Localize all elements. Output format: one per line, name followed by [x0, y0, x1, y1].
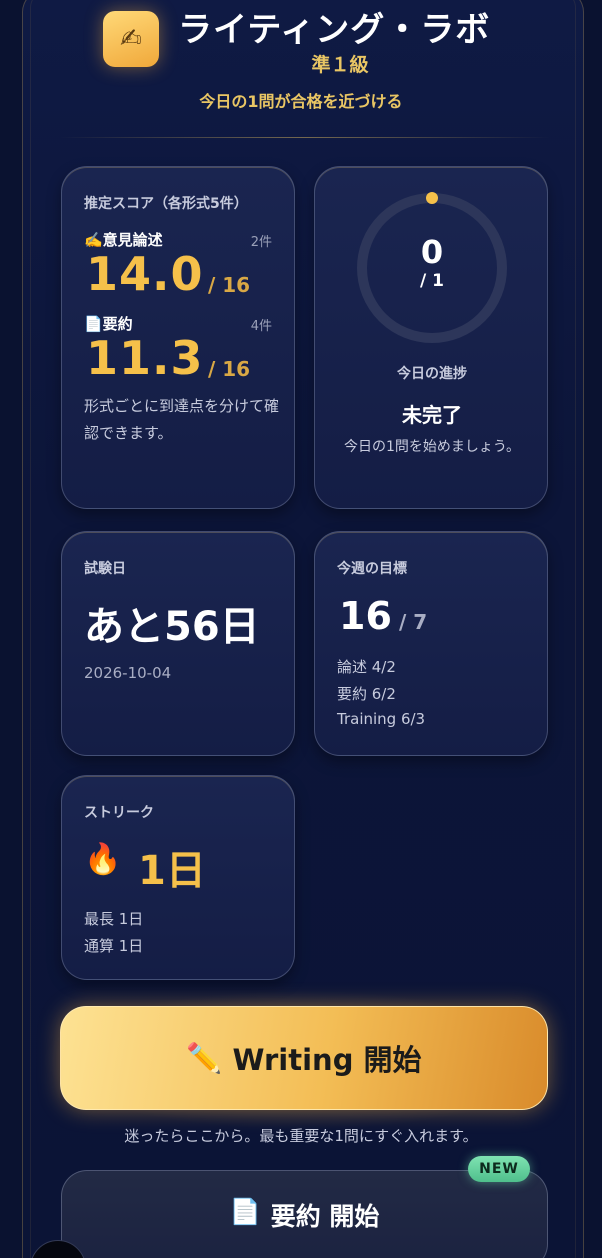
progress-total: / 1	[420, 271, 444, 291]
writing-start-label: Writing 開始	[232, 1043, 422, 1077]
score-card[interactable]: 推定スコア（各形式5件） ✍️意見論述 2件 14.0 / 16 📄要約 4件 …	[61, 166, 295, 509]
progress-ring-indicator	[426, 192, 438, 204]
pencil-icon: ✏️	[186, 1040, 223, 1075]
weekly-line-summary: 要約 6/2	[337, 685, 396, 703]
exam-card[interactable]: 試験日 あと56日 2026-10-04	[61, 531, 295, 756]
progress-label: 今日の進捗	[397, 366, 467, 382]
summary-score-max: / 16	[208, 357, 251, 381]
streak-longest: 最長 1日	[84, 910, 144, 928]
opinion-score-max: / 16	[208, 273, 251, 297]
exam-date: 2026-10-04	[84, 664, 172, 682]
exam-countdown: あと56日	[84, 604, 260, 650]
writing-hand-icon: ✍	[103, 11, 159, 67]
streak-total: 通算 1日	[84, 937, 144, 955]
weekly-card-label: 今週の目標	[337, 561, 407, 577]
weekly-max: / 7	[399, 610, 428, 634]
app-title: ライティング・ラボ	[178, 10, 491, 50]
score-card-label: 推定スコア（各形式5件）	[84, 196, 248, 212]
progress-status: 未完了	[402, 403, 462, 427]
summary-count: 4件	[250, 319, 272, 334]
opinion-score: 14.0	[86, 247, 204, 301]
opinion-count: 2件	[250, 235, 272, 250]
weekly-value: 16	[339, 594, 392, 638]
exam-card-label: 試験日	[84, 561, 126, 577]
header-divider	[60, 137, 550, 138]
grade-label: 準１級	[311, 54, 369, 76]
tagline: 今日の1問が合格を近づける	[199, 92, 403, 111]
summary-start-label: 要約 開始	[270, 1202, 380, 1231]
progress-done: 0	[420, 233, 444, 271]
summary-start-button[interactable]: 📄 要約 開始	[61, 1170, 548, 1258]
summary-score: 11.3	[86, 331, 204, 385]
cta-note: 迷ったらここから。最も重要な1問にすぐ入れます。	[124, 1127, 478, 1145]
logo-glyph: ✍	[120, 24, 142, 54]
header: ✍ ライティング・ラボ 準１級 今日の1問が合格を近づける	[0, 0, 602, 140]
progress-message: 今日の1問を始めましょう。	[343, 439, 521, 455]
new-badge: NEW	[468, 1156, 530, 1182]
score-note: 形式ごとに到達点を分けて確認できます。	[84, 397, 280, 442]
document-icon: 📄	[229, 1197, 261, 1226]
streak-card[interactable]: ストリーク 🔥 1日 最長 1日 通算 1日	[61, 775, 295, 980]
weekly-line-training: Training 6/3	[337, 710, 426, 728]
progress-card[interactable]: 0 / 1 今日の進捗 未完了 今日の1問を始めましょう。	[314, 166, 548, 509]
weekly-goal-card[interactable]: 今週の目標 16 / 7 論述 4/2 要約 6/2 Training 6/3	[314, 531, 548, 756]
writing-start-button[interactable]: ✏️ Writing 開始	[60, 1006, 548, 1110]
weekly-line-opinion: 論述 4/2	[337, 658, 396, 676]
streak-value: 1日	[138, 848, 206, 894]
streak-card-label: ストリーク	[84, 805, 154, 821]
fire-icon: 🔥	[84, 842, 122, 877]
